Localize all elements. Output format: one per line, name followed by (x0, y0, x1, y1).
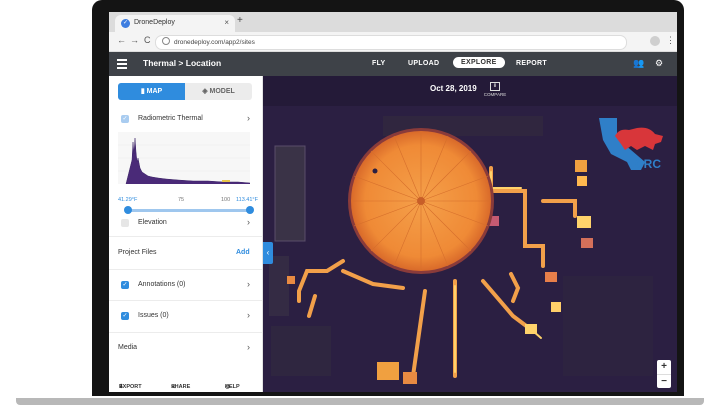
add-files-button[interactable]: Add (236, 249, 250, 256)
laptop-screen: ✓ DroneDeploy × + ← → C dronedeploy.com/… (109, 12, 677, 392)
nav-upload[interactable]: UPLOAD (408, 60, 439, 67)
layer-label: Elevation (138, 219, 167, 226)
thermal-histogram (118, 132, 250, 184)
range-slider-track[interactable] (126, 209, 250, 212)
media-row[interactable]: Media › (109, 332, 262, 363)
browser-address-bar: ← → C dronedeploy.com/app2/sites ⋮ (109, 32, 677, 52)
stage: ✓ DroneDeploy × + ← → C dronedeploy.com/… (0, 0, 720, 405)
sidebar: ▮ MAP ◈ MODEL ✓ Radiometric Thermal › 41… (109, 76, 263, 392)
map-view-label: MAP (146, 88, 163, 95)
range-slider-min-handle[interactable] (124, 206, 132, 214)
chevron-right-icon[interactable]: › (247, 342, 250, 352)
model-view-label: MODEL (209, 88, 235, 95)
browser-tab-bar: ✓ DroneDeploy × + (109, 12, 677, 32)
compare-button[interactable]: ⬇ COMPARE (483, 82, 507, 97)
annotations-checkbox[interactable]: ✓ (121, 281, 129, 289)
histogram-tick-75: 75 (178, 197, 185, 203)
nav-fly[interactable]: FLY (372, 60, 385, 67)
browser-tab-title: DroneDeploy (134, 19, 175, 26)
zoom-controls: + − (657, 360, 671, 388)
layer-label: Radiometric Thermal (138, 115, 203, 122)
chevron-right-icon[interactable]: › (247, 310, 250, 320)
zoom-out-button[interactable]: − (657, 374, 671, 389)
chevron-right-icon[interactable]: › (247, 217, 250, 227)
elevation-checkbox[interactable] (121, 219, 129, 227)
url-text: dronedeploy.com/app2/sites (174, 39, 255, 46)
tab-close-icon[interactable]: × (224, 18, 229, 27)
reload-icon[interactable]: C (144, 35, 151, 45)
view-toggle: ▮ MAP ◈ MODEL (118, 83, 252, 100)
back-arrow-icon[interactable]: ← (117, 35, 126, 45)
chevron-right-icon[interactable]: › (247, 279, 250, 289)
crc-logo-text: CRC (635, 157, 661, 171)
nav-explore[interactable]: EXPLORE (453, 57, 505, 68)
share-icon: ≺ (171, 384, 176, 390)
sidebar-footer: EXPORT ⬇ SHARE ≺ HELP ◎ (109, 372, 262, 392)
media-label: Media (118, 344, 138, 351)
chevron-right-icon[interactable]: › (247, 113, 250, 123)
issues-row[interactable]: ✓ Issues (0) › (109, 300, 262, 331)
thermal-map[interactable]: Oct 28, 2019 ⬇ COMPARE CRC ‹ + − (263, 76, 677, 392)
range-slider-max-handle[interactable] (246, 206, 254, 214)
thermal-checkbox[interactable]: ✓ (121, 115, 129, 123)
project-files-header: Project Files Add (109, 236, 262, 269)
forward-arrow-icon[interactable]: → (130, 35, 139, 45)
cube-icon: ◈ (202, 88, 210, 95)
profile-avatar-icon[interactable] (650, 36, 660, 46)
histogram-max-label: 113.41°F (236, 197, 258, 203)
capture-date[interactable]: Oct 28, 2019 (430, 84, 477, 93)
issues-checkbox[interactable]: ✓ (121, 312, 129, 320)
map-view-button[interactable]: ▮ MAP (118, 83, 185, 100)
laptop-base (16, 398, 704, 405)
collapse-sidebar-button[interactable]: ‹ (263, 242, 273, 264)
zoom-in-button[interactable]: + (657, 360, 671, 374)
dronedeploy-favicon-icon: ✓ (121, 19, 130, 28)
users-icon[interactable]: 👥 (633, 58, 644, 69)
nav-report[interactable]: REPORT (516, 60, 547, 67)
annotations-row[interactable]: ✓ Annotations (0) › (109, 269, 262, 300)
app-bar: Thermal > Location FLY UPLOAD EXPLORE RE… (109, 52, 677, 76)
download-icon: ⬇ (119, 384, 124, 390)
histogram-tick-100: 100 (221, 197, 231, 203)
compare-label: COMPARE (483, 92, 507, 97)
annotations-label: Annotations (0) (138, 281, 186, 288)
info-icon (162, 37, 170, 45)
browser-menu-icon[interactable]: ⋮ (666, 35, 675, 46)
browser-tab[interactable]: ✓ DroneDeploy × (115, 15, 235, 32)
help-icon: ◎ (225, 384, 230, 390)
project-files-label: Project Files (118, 249, 157, 256)
issues-label: Issues (0) (138, 312, 169, 319)
compare-icon: ⬇ (490, 82, 500, 91)
url-field[interactable]: dronedeploy.com/app2/sites (155, 35, 627, 50)
histogram-min-label: 41.29°F (118, 197, 138, 203)
model-view-button[interactable]: ◈ MODEL (185, 83, 252, 100)
gear-icon[interactable]: ⚙ (655, 58, 663, 69)
new-tab-icon[interactable]: + (237, 15, 243, 26)
crc-logo: CRC (599, 118, 663, 171)
hamburger-menu-icon[interactable] (117, 59, 127, 69)
page-title: Thermal > Location (143, 58, 222, 68)
